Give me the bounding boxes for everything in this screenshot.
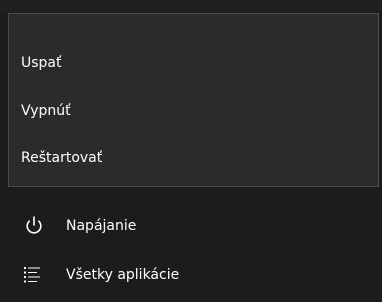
- power-button[interactable]: Napájanie: [0, 202, 382, 250]
- restart-option[interactable]: Reštartovať: [9, 138, 378, 178]
- all-apps-icon: [22, 265, 46, 285]
- all-apps-button[interactable]: Všetky aplikácie: [0, 251, 382, 299]
- power-button-label: Napájanie: [66, 218, 137, 234]
- sleep-option[interactable]: Uspať: [9, 43, 378, 83]
- power-options-flyout: Uspať Vypnúť Reštartovať: [8, 13, 379, 187]
- shutdown-option[interactable]: Vypnúť: [9, 91, 378, 131]
- power-icon: [22, 216, 46, 236]
- top-edge-strip: [0, 0, 382, 13]
- all-apps-label: Všetky aplikácie: [66, 267, 180, 283]
- start-menu-region: Uspať Vypnúť Reštartovať Napájanie Všetk…: [0, 0, 382, 302]
